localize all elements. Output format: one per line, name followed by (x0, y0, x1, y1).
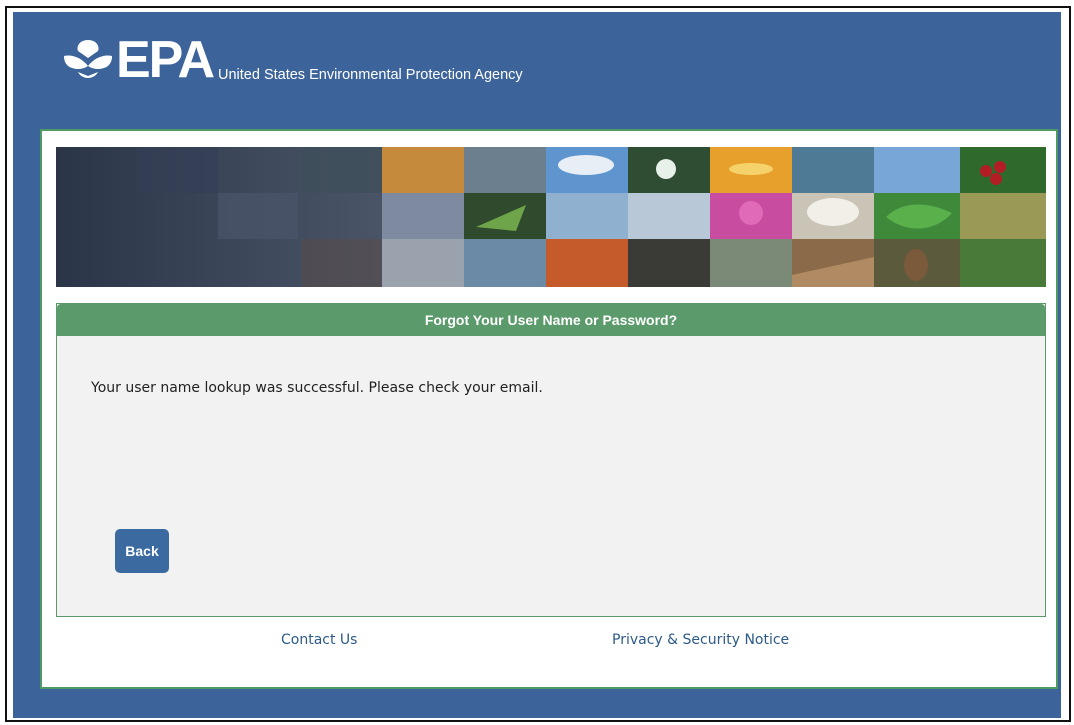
epa-logo-text: EPA (116, 31, 215, 89)
success-message: Your user name lookup was successful. Pl… (91, 380, 543, 396)
banner-image (56, 147, 1046, 287)
epa-flower-icon (64, 40, 112, 78)
privacy-security-link[interactable]: Privacy & Security Notice (612, 632, 789, 648)
contact-us-link[interactable]: Contact Us (281, 632, 357, 648)
agency-name: United States Environmental Protection A… (218, 67, 523, 83)
nature-banner (56, 147, 1046, 287)
back-button[interactable]: Back (115, 529, 169, 573)
panel-title: Forgot Your User Name or Password? (57, 304, 1045, 336)
forgot-credentials-panel: Forgot Your User Name or Password? Your … (56, 303, 1046, 617)
